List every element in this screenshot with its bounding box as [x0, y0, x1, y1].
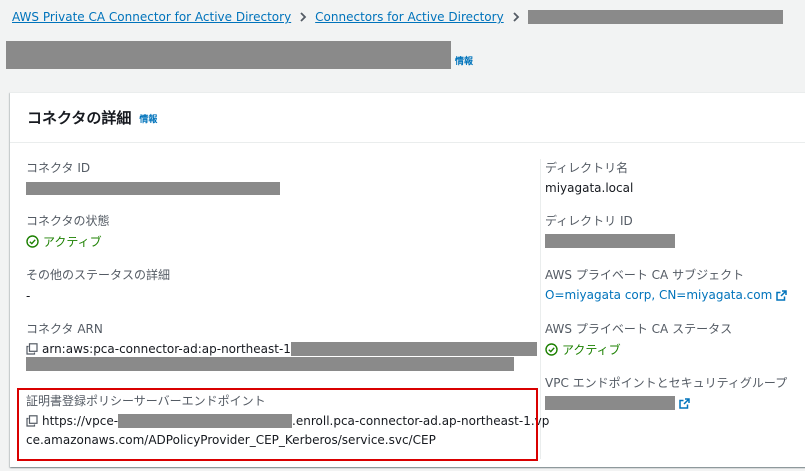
page-title: 情報: [6, 41, 473, 69]
directory-id-label: ディレクトリ ID: [545, 214, 633, 228]
vpc-value[interactable]: [545, 396, 787, 410]
card-header: コネクタの詳細 情報: [10, 93, 805, 143]
card-info-link[interactable]: 情報: [139, 112, 157, 125]
connector-arn-value: arn:aws:pca-connector-ad:ap-northeast-1: [26, 342, 537, 356]
breadcrumb: AWS Private CA Connector for Active Dire…: [12, 8, 783, 26]
connector-id-field: コネクタ ID: [26, 159, 280, 199]
ca-subject-field: AWS プライベート CA サブジェクト O=miyagata corp, CN…: [545, 266, 788, 302]
page-info-link[interactable]: 情報: [455, 54, 473, 67]
ca-subject-value[interactable]: O=miyagata corp, CN=miyagata.com: [545, 288, 788, 302]
other-status-field: その他のステータスの詳細 -: [26, 266, 170, 303]
breadcrumb-link-connectors[interactable]: Connectors for Active Directory: [315, 10, 504, 24]
connector-arn-label: コネクタ ARN: [26, 322, 103, 336]
ca-subject-label: AWS プライベート CA サブジェクト: [545, 268, 745, 282]
ca-status-field: AWS プライベート CA ステータス アクティブ: [545, 320, 732, 358]
endpoint-highlight-box: [17, 388, 538, 461]
status-success-icon: [26, 235, 39, 248]
connector-arn-field: コネクタ ARN arn:aws:pca-connector-ad:ap-nor…: [26, 320, 537, 375]
other-status-value: -: [26, 289, 31, 303]
ca-status-text: アクティブ: [562, 343, 621, 357]
connector-arn-redacted: [290, 342, 537, 356]
breadcrumb-current-redacted: [527, 10, 783, 24]
ca-status-value: アクティブ: [545, 341, 732, 358]
breadcrumb-link-pca-connector[interactable]: AWS Private CA Connector for Active Dire…: [12, 10, 291, 24]
directory-id-redacted: [545, 234, 675, 248]
vpc-field: VPC エンドポイントとセキュリティグループ: [545, 374, 787, 410]
vpc-label: VPC エンドポイントとセキュリティグループ: [545, 376, 788, 390]
connector-id-redacted: [26, 182, 280, 195]
directory-name-value: miyagata.local: [545, 181, 634, 195]
vpc-redacted[interactable]: [545, 396, 675, 410]
card-title: コネクタの詳細: [27, 109, 132, 127]
status-success-icon: [545, 343, 558, 356]
ca-subject-link[interactable]: O=miyagata corp, CN=miyagata.com: [545, 288, 772, 302]
directory-name-field: ディレクトリ名 miyagata.local: [545, 159, 633, 195]
connector-status-field: コネクタの状態 アクティブ: [26, 212, 110, 250]
directory-id-field: ディレクトリ ID: [545, 212, 675, 252]
external-link-icon[interactable]: [776, 289, 788, 301]
directory-name-label: ディレクトリ名: [545, 161, 629, 175]
connector-id-label: コネクタ ID: [26, 161, 91, 175]
page-title-redacted: [6, 41, 451, 69]
copy-icon[interactable]: [26, 343, 38, 355]
connector-status-label: コネクタの状態: [26, 214, 110, 228]
connector-arn-prefix: arn:aws:pca-connector-ad:ap-northeast-1: [42, 342, 291, 356]
chevron-right-icon: [512, 12, 520, 22]
other-status-label: その他のステータスの詳細: [26, 268, 171, 282]
connector-arn-redacted-line2: [26, 357, 514, 371]
external-link-icon[interactable]: [679, 397, 690, 409]
chevron-right-icon: [299, 12, 307, 22]
connector-status-value: アクティブ: [26, 233, 110, 250]
ca-status-label: AWS プライベート CA ステータス: [545, 322, 733, 336]
connector-status-text: アクティブ: [43, 235, 102, 249]
